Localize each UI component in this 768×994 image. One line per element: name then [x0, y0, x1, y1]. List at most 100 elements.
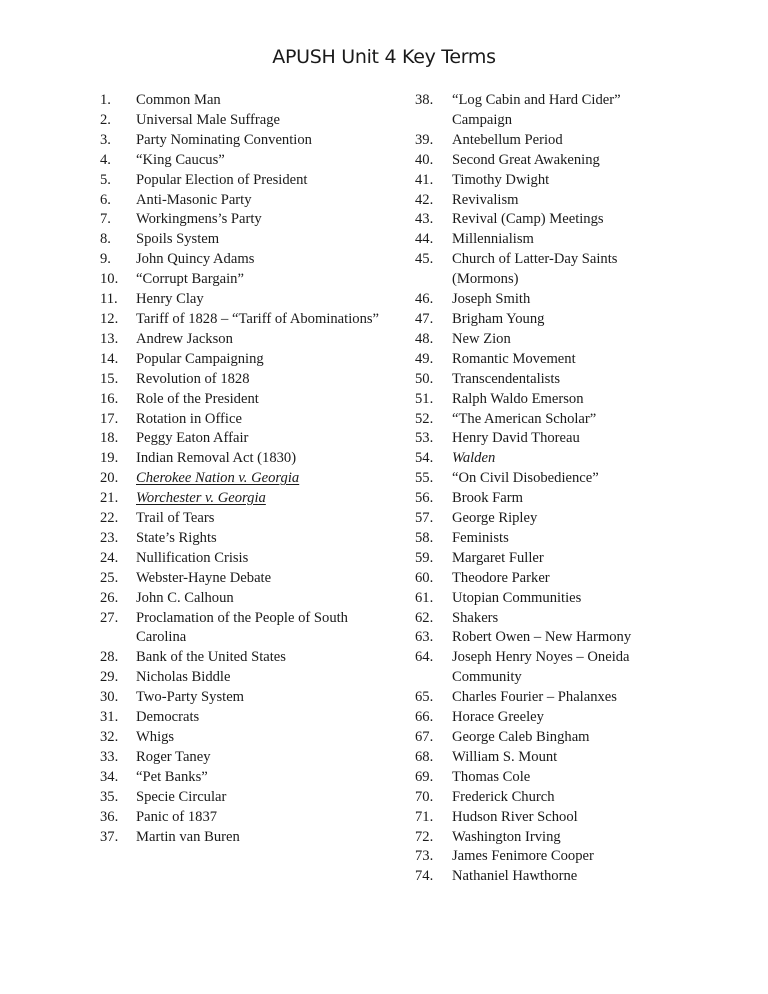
key-term-text: Revolution of 1828 [136, 370, 250, 387]
key-term-text: Henry David Thoreau [452, 430, 580, 447]
key-term-number: 69. [415, 768, 434, 785]
key-term-item: 73. James Fenimore Cooper [415, 847, 655, 867]
key-term-text: John C. Calhoun [136, 589, 234, 606]
key-term-text: James Fenimore Cooper [452, 848, 594, 865]
key-term-text: Rotation in Office [136, 410, 242, 427]
key-term-number: 58. [415, 529, 434, 546]
key-term-number: 47. [415, 310, 434, 327]
key-term-item: 74. Nathaniel Hawthorne [415, 867, 655, 887]
key-term-text: Robert Owen – New Harmony [452, 629, 632, 646]
key-term-number: 64. [415, 649, 434, 666]
key-term-item: 8. Spoils System [100, 230, 390, 250]
key-term-item: 25. Webster-Hayne Debate [100, 569, 390, 589]
key-term-text: Walden [452, 450, 496, 467]
key-term-item: 37. Martin van Buren [100, 828, 390, 848]
key-term-number: 51. [415, 390, 434, 407]
key-term-item: 45. Church of Latter-Day Saints (Mormons) [415, 250, 655, 290]
key-term-item: 42. Revivalism [415, 191, 655, 211]
key-term-text: “The American Scholar” [452, 410, 597, 427]
key-term-number: 5. [100, 171, 111, 188]
key-term-text: Margaret Fuller [452, 549, 544, 566]
key-term-number: 1. [100, 92, 111, 108]
key-term-number: 48. [415, 330, 434, 347]
key-term-number: 3. [100, 131, 111, 148]
key-term-item: 9. John Quincy Adams [100, 250, 390, 270]
key-term-text: Shakers [452, 609, 499, 626]
key-term-number: 43. [415, 211, 434, 228]
key-term-item: 15. Revolution of 1828 [100, 370, 390, 390]
key-term-item: 63. Robert Owen – New Harmony [415, 628, 655, 648]
key-term-text: New Zion [452, 330, 511, 347]
key-term-item: 28. Bank of the United States [100, 648, 390, 668]
key-term-text: Antebellum Period [452, 131, 563, 148]
key-term-number: 8. [100, 231, 111, 248]
key-term-text: Cherokee Nation v. Georgia [136, 470, 300, 487]
key-term-text: Utopian Communities [452, 589, 582, 606]
key-term-number: 60. [415, 569, 434, 586]
key-term-item: 69. Thomas Cole [415, 768, 655, 788]
key-term-number: 25. [100, 569, 119, 586]
key-term-item: 17. Rotation in Office [100, 410, 390, 430]
key-term-text: Two-Party System [136, 689, 245, 706]
key-term-text: Timothy Dwight [452, 171, 550, 188]
key-term-text: “Pet Banks” [136, 768, 208, 785]
key-term-text: Trail of Tears [136, 510, 215, 527]
key-term-item: 72. Washington Irving [415, 828, 655, 848]
key-term-item: 7. Workingmens’s Party [100, 210, 390, 230]
key-term-text: Feminists [452, 529, 509, 546]
key-term-text: State’s Rights [136, 529, 217, 546]
key-term-number: 65. [415, 689, 434, 706]
key-term-item: 14. Popular Campaigning [100, 350, 390, 370]
key-term-item: 51. Ralph Waldo Emerson [415, 390, 655, 410]
key-term-item: 64. Joseph Henry Noyes – Oneida Community [415, 648, 655, 688]
key-term-text: “On Civil Disobedience” [452, 470, 599, 487]
key-term-number: 15. [100, 370, 119, 387]
key-term-item: 22. Trail of Tears [100, 509, 390, 529]
key-term-text: Popular Election of President [136, 171, 308, 188]
key-term-item: 70. Frederick Church [415, 788, 655, 808]
key-term-number: 19. [100, 450, 119, 467]
key-term-number: 11. [100, 291, 118, 308]
key-term-number: 23. [100, 529, 119, 546]
key-term-item: 19. Indian Removal Act (1830) [100, 449, 390, 469]
key-term-number: 27. [100, 609, 119, 626]
key-term-number: 50. [415, 370, 434, 387]
key-term-text: Worchester v. Georgia [136, 490, 266, 507]
key-term-text: Panic of 1837 [136, 808, 218, 825]
key-term-number: 55. [415, 470, 434, 487]
key-term-text: Nullification Crisis [136, 549, 249, 566]
key-term-number: 17. [100, 410, 119, 427]
key-term-text: Party Nominating Convention [136, 131, 312, 148]
key-term-item: 52. “The American Scholar” [415, 410, 655, 430]
key-term-number: 24. [100, 549, 119, 566]
key-term-item: 21. Worchester v. Georgia [100, 489, 390, 509]
key-term-item: 1. Common Man [100, 91, 390, 111]
key-term-number: 2. [100, 111, 111, 128]
key-term-number: 20. [100, 470, 119, 487]
key-term-item: 58. Feminists [415, 529, 655, 549]
key-term-number: 67. [415, 729, 434, 745]
key-term-number: 28. [100, 649, 119, 666]
key-term-item: 36. Panic of 1837 [100, 808, 390, 828]
key-term-item: 34. “Pet Banks” [100, 768, 390, 788]
key-term-text: John Quincy Adams [136, 251, 255, 268]
key-term-number: 72. [415, 828, 434, 845]
key-term-number: 9. [100, 251, 111, 268]
key-term-item: 40. Second Great Awakening [415, 151, 655, 171]
key-term-item: 11. Henry Clay [100, 290, 390, 310]
key-term-text: Second Great Awakening [452, 151, 600, 168]
key-term-text: Revival (Camp) Meetings [452, 211, 604, 228]
key-term-item: 23. State’s Rights [100, 529, 390, 549]
key-term-text: Democrats [136, 709, 200, 726]
key-term-number: 71. [415, 808, 434, 825]
key-term-number: 46. [415, 291, 434, 308]
document-title: APUSH Unit 4 Key Terms [272, 46, 496, 68]
key-term-text: Indian Removal Act (1830) [136, 450, 297, 467]
key-term-item: 60. Theodore Parker [415, 569, 655, 589]
key-term-text: Specie Circular [136, 788, 227, 805]
key-term-number: 66. [415, 709, 434, 726]
key-terms-list-left: 1. Common Man 2. Universal Male Suffrage 3. P… [100, 91, 390, 847]
key-term-text: Martin van Buren [136, 828, 240, 845]
key-term-number: 56. [415, 490, 434, 507]
key-term-item: 13. Andrew Jackson [100, 330, 390, 350]
